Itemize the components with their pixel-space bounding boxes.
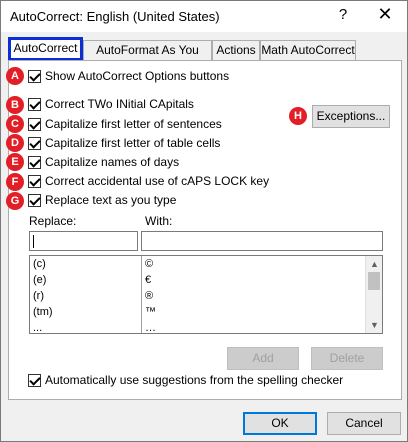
badge-a: A <box>6 67 24 85</box>
capitalize-days-label: Capitalize names of days <box>45 155 180 169</box>
close-button[interactable]: ✕ <box>373 4 397 28</box>
badge-c: C <box>6 115 24 133</box>
capitalize-sentences-label: Capitalize first letter of sentences <box>45 117 222 131</box>
autocorrect-dialog: AutoCorrect: English (United States) ? ✕… <box>0 0 408 442</box>
badge-e: E <box>6 153 24 171</box>
exceptions-button[interactable]: Exceptions... <box>312 105 390 128</box>
tab-math-autocorrect[interactable]: Math AutoCorrect <box>260 40 356 61</box>
text-caret <box>33 235 34 248</box>
tab-autoformat-as-you-type[interactable]: AutoFormat As You Type <box>83 40 212 76</box>
list-scrollbar[interactable]: ▲ ▼ <box>365 256 382 333</box>
replacements-list[interactable]: (c) © (e) € (r) ® (tm) ™ ... … ▲ ▼ <box>29 255 383 334</box>
spelling-suggestions-checkbox[interactable] <box>28 374 41 387</box>
replace-as-type-checkbox[interactable] <box>28 194 41 207</box>
badge-g: G <box>6 192 24 210</box>
with-input[interactable] <box>141 231 383 251</box>
replace-label: Replace: <box>29 214 77 228</box>
two-initial-caps-label: Correct TWo INitial CApitals <box>45 97 194 111</box>
replace-as-type-label: Replace text as you type <box>45 193 177 207</box>
caps-lock-checkbox[interactable] <box>28 175 41 188</box>
window-title: AutoCorrect: English (United States) <box>10 9 220 24</box>
badge-b: B <box>6 96 24 114</box>
cancel-button[interactable]: Cancel <box>327 412 401 435</box>
show-autocorrect-buttons-checkbox[interactable] <box>28 70 41 83</box>
list-item[interactable]: (r) ® <box>30 288 365 305</box>
two-initial-caps-checkbox[interactable] <box>28 98 41 111</box>
list-item[interactable]: ... … <box>30 320 365 333</box>
list-item[interactable]: (c) © <box>30 256 365 273</box>
caps-lock-label: Correct accidental use of cAPS LOCK key <box>45 174 270 188</box>
scroll-thumb[interactable] <box>368 272 380 290</box>
tab-actions[interactable]: Actions <box>212 40 260 61</box>
badge-h: H <box>289 107 307 125</box>
help-button[interactable]: ? <box>331 6 355 26</box>
capitalize-table-cells-label: Capitalize first letter of table cells <box>45 136 221 150</box>
scroll-down-icon[interactable]: ▼ <box>366 317 382 333</box>
show-autocorrect-buttons-label: Show AutoCorrect Options buttons <box>45 69 230 83</box>
list-item[interactable]: (tm) ™ <box>30 304 365 321</box>
scroll-up-icon[interactable]: ▲ <box>366 256 382 272</box>
with-label: With: <box>145 214 173 228</box>
capitalize-table-cells-checkbox[interactable] <box>28 137 41 150</box>
list-item[interactable]: (e) € <box>30 272 365 289</box>
tab-autocorrect[interactable]: AutoCorrect <box>8 37 83 61</box>
badge-f: F <box>6 173 24 191</box>
badge-d: D <box>6 134 24 152</box>
capitalize-days-checkbox[interactable] <box>28 156 41 169</box>
add-button[interactable]: Add <box>227 347 299 370</box>
delete-button[interactable]: Delete <box>311 347 383 370</box>
capitalize-sentences-checkbox[interactable] <box>28 118 41 131</box>
ok-button[interactable]: OK <box>243 412 317 435</box>
spelling-suggestions-label: Automatically use suggestions from the s… <box>45 373 344 387</box>
replace-input[interactable] <box>29 231 138 251</box>
title-bar: AutoCorrect: English (United States) ? ✕ <box>1 1 407 32</box>
